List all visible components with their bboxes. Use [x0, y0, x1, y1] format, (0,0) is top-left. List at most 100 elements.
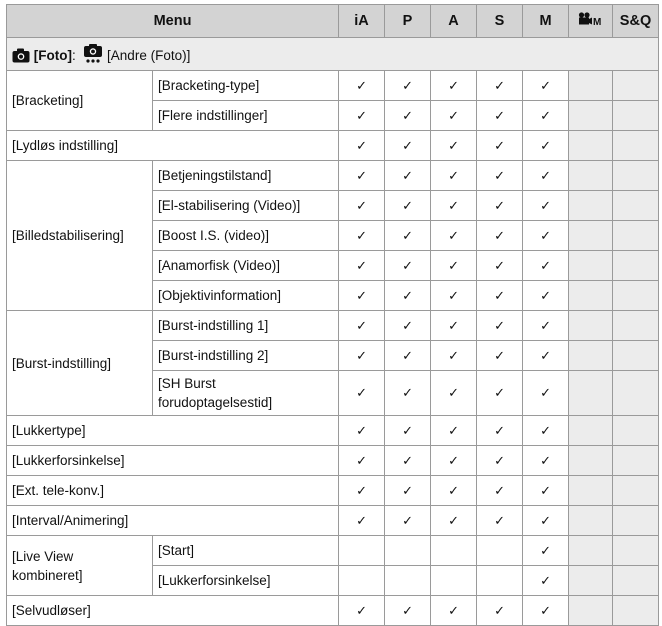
na-cell-sq — [612, 475, 660, 506]
sub-label-burst1: [Burst-indstilling 1] — [151, 310, 340, 341]
na-cell-movie — [568, 280, 614, 311]
na-cell-sq — [612, 535, 660, 566]
na-cell-sq — [612, 370, 660, 416]
na-cell-movie — [568, 70, 614, 101]
menu-header: Menu — [5, 4, 340, 38]
check-s: ✓ — [476, 595, 524, 626]
check-p: ✓ — [384, 280, 432, 311]
table-row: [Interval/Animering] ✓ ✓ ✓ ✓ ✓ — [5, 505, 660, 536]
check-s: ✓ — [476, 415, 524, 446]
na-cell-sq — [612, 415, 660, 446]
table-row: [Burst-indstilling] [Burst-indstilling 1… — [6, 310, 660, 416]
na-cell-sq — [612, 160, 660, 191]
check-ia: ✓ — [338, 595, 386, 626]
na-cell-movie — [568, 340, 614, 371]
sub-label-start: [Start] — [151, 535, 340, 566]
check-m: ✓ — [522, 595, 570, 626]
check-ia: ✓ — [338, 100, 386, 131]
check-s: ✓ — [476, 160, 524, 191]
movie-camera-m-icon: M — [578, 12, 604, 31]
check-s: ✓ — [476, 280, 524, 311]
andre-label: [Andre (Foto)] — [107, 47, 191, 63]
na-cell-movie — [568, 130, 614, 161]
check-a: ✓ — [430, 475, 478, 506]
check-s: ✓ — [476, 130, 524, 161]
check-ia: ✓ — [338, 310, 386, 341]
check-p: ✓ — [384, 445, 432, 476]
check-m: ✓ — [522, 190, 570, 221]
check-m: ✓ — [522, 70, 570, 101]
na-cell-sq — [612, 130, 660, 161]
row-label-liveview-line2: kombineret] — [12, 567, 83, 583]
check-m: ✓ — [522, 370, 570, 416]
movie-mode-header: M — [568, 4, 614, 38]
na-cell-movie — [568, 565, 614, 596]
check-ia: ✓ — [338, 160, 386, 191]
empty-s — [476, 565, 524, 596]
check-a: ✓ — [430, 160, 478, 191]
table-row: [Live View kombineret] [Start] ✓ — [6, 535, 660, 596]
check-m: ✓ — [522, 130, 570, 161]
sub-label-shburst-line1: [SH Burst — [158, 376, 216, 391]
section-title: [Foto]: [Andre (Foto)] — [5, 37, 660, 71]
na-cell-sq — [612, 250, 660, 281]
na-cell-movie — [568, 535, 614, 566]
section-row: [Foto]: [Andre (Foto)] — [5, 37, 660, 71]
na-cell-movie — [568, 100, 614, 131]
check-m: ✓ — [522, 310, 570, 341]
sub-label-objektiv: [Objektivinformation] — [151, 280, 340, 311]
check-s: ✓ — [476, 475, 524, 506]
check-s: ✓ — [476, 370, 524, 416]
check-ia: ✓ — [338, 370, 386, 416]
mode-ia-header: iA — [338, 4, 386, 38]
sub-label-lukkerforsinkelse: [Lukkerforsinkelse] — [151, 565, 340, 596]
row-label-lydlos: [Lydløs indstilling] — [5, 130, 340, 161]
check-a: ✓ — [430, 370, 478, 416]
check-a: ✓ — [430, 280, 478, 311]
other-photo-icon — [83, 43, 103, 66]
row-label-lukkerforsinkelse: [Lukkerforsinkelse] — [5, 445, 340, 476]
check-p: ✓ — [384, 160, 432, 191]
sub-label-burst2: [Burst-indstilling 2] — [151, 340, 340, 371]
sub-label-betjening: [Betjeningstilstand] — [151, 160, 340, 191]
row-label-selvudloser: [Selvudløser] — [5, 595, 340, 626]
table-row: [Ext. tele-konv.] ✓ ✓ ✓ ✓ ✓ — [5, 475, 660, 506]
na-cell-movie — [568, 250, 614, 281]
row-label-liveview: [Live View kombineret] — [6, 535, 153, 596]
na-cell-sq — [612, 190, 660, 221]
na-cell-movie — [568, 445, 614, 476]
check-m: ✓ — [522, 505, 570, 536]
menu-availability-table: Menu iA P A S M M S&Q [Foto]: [Andre (Fo… — [5, 4, 660, 626]
row-label-exttele: [Ext. tele-konv.] — [5, 475, 340, 506]
row-label-billedstabilisering: [Billedstabilisering] — [6, 160, 153, 311]
table-row: [Billedstabilisering] [Betjeningstilstan… — [6, 160, 660, 311]
na-cell-sq — [612, 220, 660, 251]
table-row: [Lukkertype] ✓ ✓ ✓ ✓ ✓ — [5, 415, 660, 446]
check-s: ✓ — [476, 505, 524, 536]
check-p: ✓ — [384, 190, 432, 221]
row-label-liveview-line1: [Live View — [12, 548, 74, 564]
sub-label-bracketing-type: [Bracketing-type] — [151, 70, 340, 101]
empty-ia — [338, 535, 386, 566]
mode-p-header: P — [384, 4, 432, 38]
check-s: ✓ — [476, 70, 524, 101]
check-s: ✓ — [476, 220, 524, 251]
check-p: ✓ — [384, 250, 432, 281]
check-s: ✓ — [476, 250, 524, 281]
na-cell-movie — [568, 505, 614, 536]
check-m: ✓ — [522, 340, 570, 371]
na-cell-movie — [568, 370, 614, 416]
na-cell-sq — [612, 100, 660, 131]
check-m: ✓ — [522, 220, 570, 251]
empty-a — [430, 565, 478, 596]
check-p: ✓ — [384, 595, 432, 626]
check-p: ✓ — [384, 130, 432, 161]
check-p: ✓ — [384, 505, 432, 536]
check-a: ✓ — [430, 70, 478, 101]
table-row: [Selvudløser] ✓ ✓ ✓ ✓ ✓ — [5, 595, 660, 626]
empty-p — [384, 535, 432, 566]
check-ia: ✓ — [338, 475, 386, 506]
na-cell-movie — [568, 595, 614, 626]
check-m: ✓ — [522, 565, 570, 596]
empty-a — [430, 535, 478, 566]
